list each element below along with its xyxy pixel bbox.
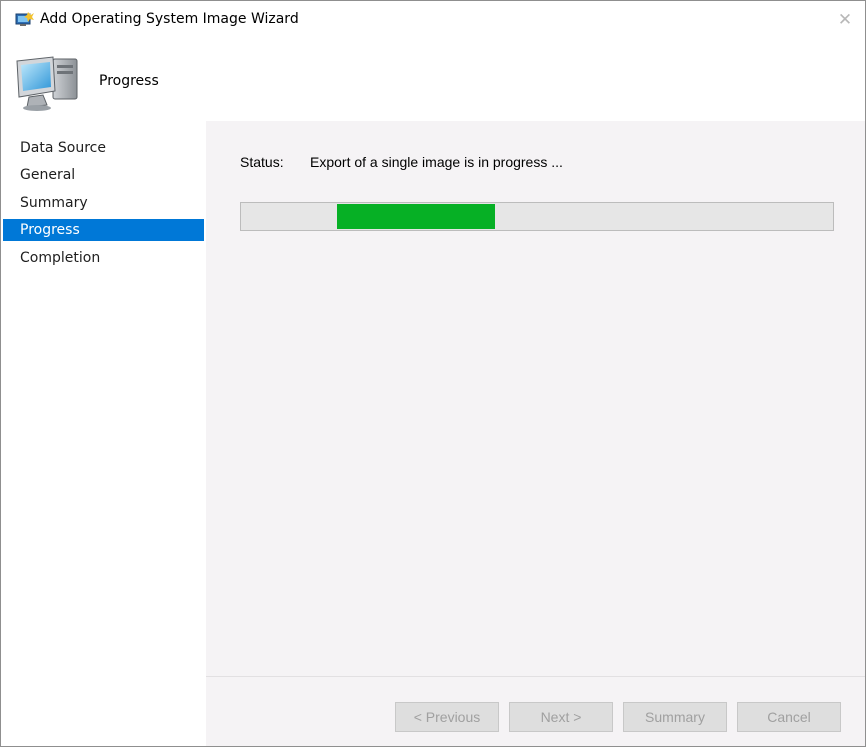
nav-item-completion[interactable]: Completion bbox=[3, 247, 204, 269]
progress-bar bbox=[240, 202, 834, 231]
title-bar: Add Operating System Image Wizard ✕ bbox=[1, 1, 865, 39]
progress-bar-marquee bbox=[337, 204, 495, 229]
button-bar-divider bbox=[206, 676, 865, 677]
wizard-header: Progress bbox=[1, 39, 865, 121]
cancel-button[interactable]: Cancel bbox=[737, 702, 841, 732]
nav-item-general[interactable]: General bbox=[3, 164, 204, 186]
window-title: Add Operating System Image Wizard bbox=[40, 11, 299, 27]
previous-button[interactable]: < Previous bbox=[395, 702, 499, 732]
summary-button[interactable]: Summary bbox=[623, 702, 727, 732]
computer-monitor-icon bbox=[16, 56, 78, 111]
wizard-window: Add Operating System Image Wizard ✕ Prog… bbox=[0, 0, 866, 747]
wizard-nav: Data Source General Summary Progress Com… bbox=[1, 121, 204, 746]
nav-item-progress[interactable]: Progress bbox=[3, 219, 204, 241]
wizard-app-icon bbox=[15, 12, 34, 26]
nav-item-data-source[interactable]: Data Source bbox=[3, 137, 204, 159]
close-button[interactable]: ✕ bbox=[827, 5, 863, 35]
status-label: Status: bbox=[240, 154, 284, 170]
status-text: Export of a single image is in progress … bbox=[310, 154, 563, 170]
next-button[interactable]: Next > bbox=[509, 702, 613, 732]
nav-item-summary[interactable]: Summary bbox=[3, 192, 204, 214]
page-title: Progress bbox=[99, 73, 159, 89]
close-icon: ✕ bbox=[837, 10, 853, 30]
